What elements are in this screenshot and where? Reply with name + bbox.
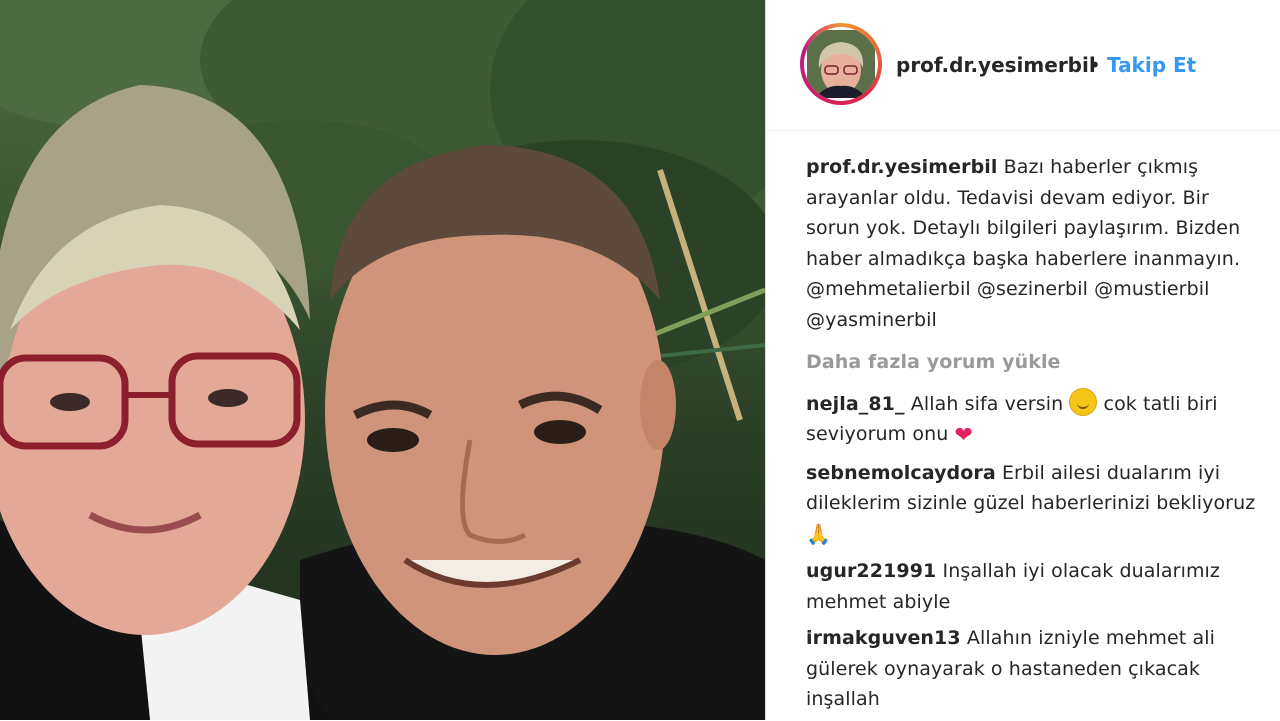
comment-username[interactable]: nejla_81_ <box>806 393 905 415</box>
heart-emoji-icon: ❤ <box>954 423 974 448</box>
mention-link[interactable]: @mustierbil <box>1094 278 1209 300</box>
comment: nejla_81_ Allah sifa versin cok tatli bi… <box>806 387 1256 452</box>
post-photo[interactable] <box>0 0 765 720</box>
comments-area: prof.dr.yesimerbil Bazı haberler çıkmış … <box>806 152 1256 721</box>
praying-hands-emoji-icon: 🙏 <box>806 521 832 546</box>
post-side-panel: prof.dr.yesimerbil • Takip Et prof.dr.ye… <box>766 0 1280 720</box>
comment-text: Allah sifa versin <box>904 392 1070 415</box>
mention-link[interactable]: @mehmetalierbil <box>806 278 971 300</box>
caption-author[interactable]: prof.dr.yesimerbil <box>806 156 998 178</box>
comment-username[interactable]: ugur221991 <box>806 560 936 582</box>
comment: sebnemolcaydora Erbil ailesi dualarım iy… <box>806 458 1256 551</box>
avatar-portrait <box>807 30 875 98</box>
mention-link[interactable]: @yasminerbil <box>806 309 937 331</box>
comment-username[interactable]: sebnemolcaydora <box>806 462 996 484</box>
post-caption: prof.dr.yesimerbil Bazı haberler çıkmış … <box>806 152 1256 335</box>
post-header: prof.dr.yesimerbil • Takip Et <box>766 0 1280 131</box>
load-more-comments[interactable]: Daha fazla yorum yükle <box>806 347 1256 378</box>
avatar[interactable] <box>800 23 882 105</box>
comment-username[interactable]: irmakguven13 <box>806 627 961 649</box>
follow-button[interactable]: Takip Et <box>1107 53 1196 77</box>
smiling-face-emoji-icon <box>1069 387 1098 416</box>
header-separator: • <box>1089 53 1101 77</box>
comment: ugur221991 Inşallah iyi olacak dualarımı… <box>806 556 1256 617</box>
selfie-illustration <box>0 0 765 720</box>
avatar-image <box>804 27 878 101</box>
mention-link[interactable]: @sezinerbil <box>977 278 1088 300</box>
comment: irmakguven13 Allahın izniyle mehmet ali … <box>806 623 1256 715</box>
header-username[interactable]: prof.dr.yesimerbil <box>896 53 1096 77</box>
